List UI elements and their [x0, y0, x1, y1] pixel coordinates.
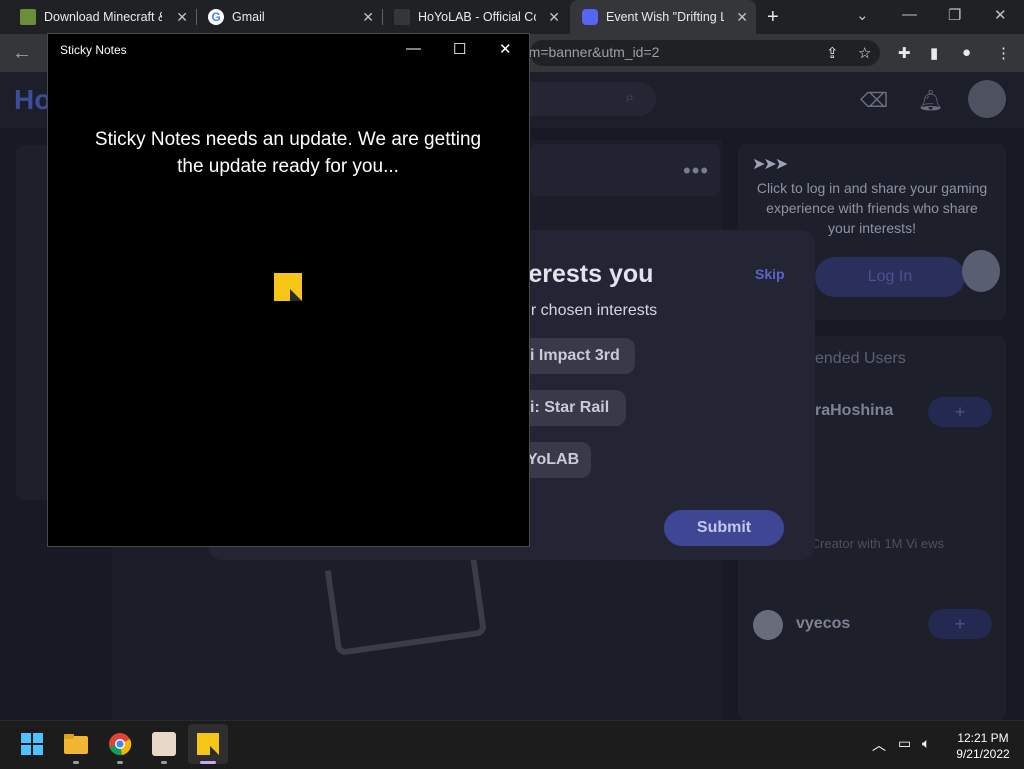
tab-gmail[interactable]: G Gmail ✕: [196, 0, 382, 34]
avatar[interactable]: [968, 80, 1006, 118]
active-indicator: [200, 761, 216, 764]
running-indicator: [161, 761, 167, 764]
google-icon: G: [208, 9, 224, 25]
sticky-notes-button[interactable]: [188, 724, 228, 764]
search-icon: ⌕: [625, 89, 634, 106]
close-icon[interactable]: ✕: [362, 9, 374, 26]
window-title: Sticky Notes: [60, 43, 127, 57]
minecraft-icon: [20, 9, 36, 25]
new-tab-button[interactable]: +: [767, 6, 779, 29]
clock-date: 9/21/2022: [956, 747, 1010, 761]
bell-icon[interactable]: 🔔︎: [918, 88, 943, 113]
clock-time: 12:21 PM: [957, 731, 1009, 745]
address-url[interactable]: dium=banner&utm_id=2: [510, 44, 659, 60]
site-logo[interactable]: Ho: [14, 84, 51, 116]
tab-minecraft[interactable]: Download Minecraft & ✕: [8, 0, 196, 34]
tab-event-wish[interactable]: Event Wish "Drifting Lu ✕: [570, 0, 756, 34]
follow-button[interactable]: +: [928, 397, 992, 427]
file-explorer-button[interactable]: [56, 724, 96, 764]
minimize-icon[interactable]: —: [406, 40, 421, 57]
recommended-users-title: ended Users: [815, 350, 906, 367]
mascot-icon: [962, 250, 1000, 292]
back-icon[interactable]: ←: [12, 42, 32, 65]
volume-icon[interactable]: 🔈︎: [922, 735, 930, 752]
network-icon[interactable]: ▭: [898, 735, 911, 752]
folder-icon: [64, 734, 88, 754]
chip-label: i: Star Rail: [530, 399, 610, 416]
follow-button[interactable]: +: [928, 609, 992, 639]
share-icon[interactable]: ⇪: [826, 44, 839, 62]
close-icon[interactable]: ✕: [548, 9, 560, 26]
running-indicator: [73, 761, 79, 764]
clock[interactable]: 12:21 PM 9/21/2022: [948, 730, 1018, 762]
chrome-icon: [109, 733, 132, 756]
sticky-notes-icon: [197, 733, 219, 755]
close-icon[interactable]: ✕: [176, 9, 188, 26]
modal-subtitle: ur chosen interests: [522, 302, 658, 319]
menu-icon[interactable]: ⋮: [996, 44, 1011, 62]
start-button[interactable]: [12, 724, 52, 764]
minimize-icon[interactable]: —: [902, 6, 917, 23]
user-name[interactable]: raHoshina: [815, 402, 893, 420]
interest-chip[interactable]: YoLAB: [520, 442, 591, 478]
close-window-icon[interactable]: ✕: [994, 6, 1007, 24]
sticky-notes-logo-icon: [274, 273, 302, 301]
skip-button[interactable]: Skip: [755, 266, 785, 282]
login-prompt-text: Click to log in and share your gaming ex…: [756, 180, 988, 236]
extensions-icon[interactable]: ✚: [898, 44, 911, 62]
show-hidden-icons-icon[interactable]: ︿: [872, 735, 886, 755]
tab-title: HoYoLAB - Official Co: [418, 10, 536, 24]
tab-title: Event Wish "Drifting Lu: [606, 10, 724, 24]
interest-chip[interactable]: i Impact 3rd: [520, 338, 635, 374]
arrows-icon: ➤➤➤: [752, 156, 788, 173]
profile-icon[interactable]: ●: [962, 44, 971, 61]
sticky-notes-window: Sticky Notes — ☐ ✕ Sticky Notes needs an…: [47, 33, 530, 547]
user-avatar[interactable]: [753, 610, 783, 640]
tab-title: Download Minecraft &: [44, 10, 162, 24]
close-icon[interactable]: ✕: [736, 9, 748, 26]
bookmark-star-icon[interactable]: ☆: [858, 44, 871, 62]
tab-search-icon[interactable]: ⌄: [856, 6, 869, 24]
tab-title: Gmail: [232, 10, 265, 24]
more-options-icon[interactable]: •••: [683, 158, 709, 184]
submit-button[interactable]: Submit: [664, 510, 784, 546]
chrome-button[interactable]: [100, 724, 140, 764]
login-button[interactable]: Log In: [815, 257, 965, 297]
windows-icon: [21, 733, 43, 755]
hoyolab-icon: [394, 9, 410, 25]
chip-label: i Impact 3rd: [530, 347, 620, 364]
running-indicator: [117, 761, 123, 764]
maximize-icon[interactable]: ☐: [453, 40, 466, 58]
game-app-icon: [152, 732, 176, 756]
update-message: Sticky Notes needs an update. We are get…: [94, 129, 482, 177]
close-icon[interactable]: ✕: [499, 40, 512, 58]
maximize-icon[interactable]: ❐: [948, 6, 961, 24]
tab-hoyolab[interactable]: HoYoLAB - Official Co ✕: [382, 0, 568, 34]
game-app-button[interactable]: [144, 724, 184, 764]
modal-title: terests you: [520, 260, 654, 288]
chip-label: YoLAB: [527, 451, 580, 468]
side-panel-icon[interactable]: ▮: [930, 44, 938, 62]
user-name[interactable]: vyecos: [796, 615, 850, 633]
interest-chip[interactable]: i: Star Rail: [520, 390, 626, 426]
eraser-icon[interactable]: ⌫: [860, 88, 888, 113]
discord-icon: [582, 9, 598, 25]
